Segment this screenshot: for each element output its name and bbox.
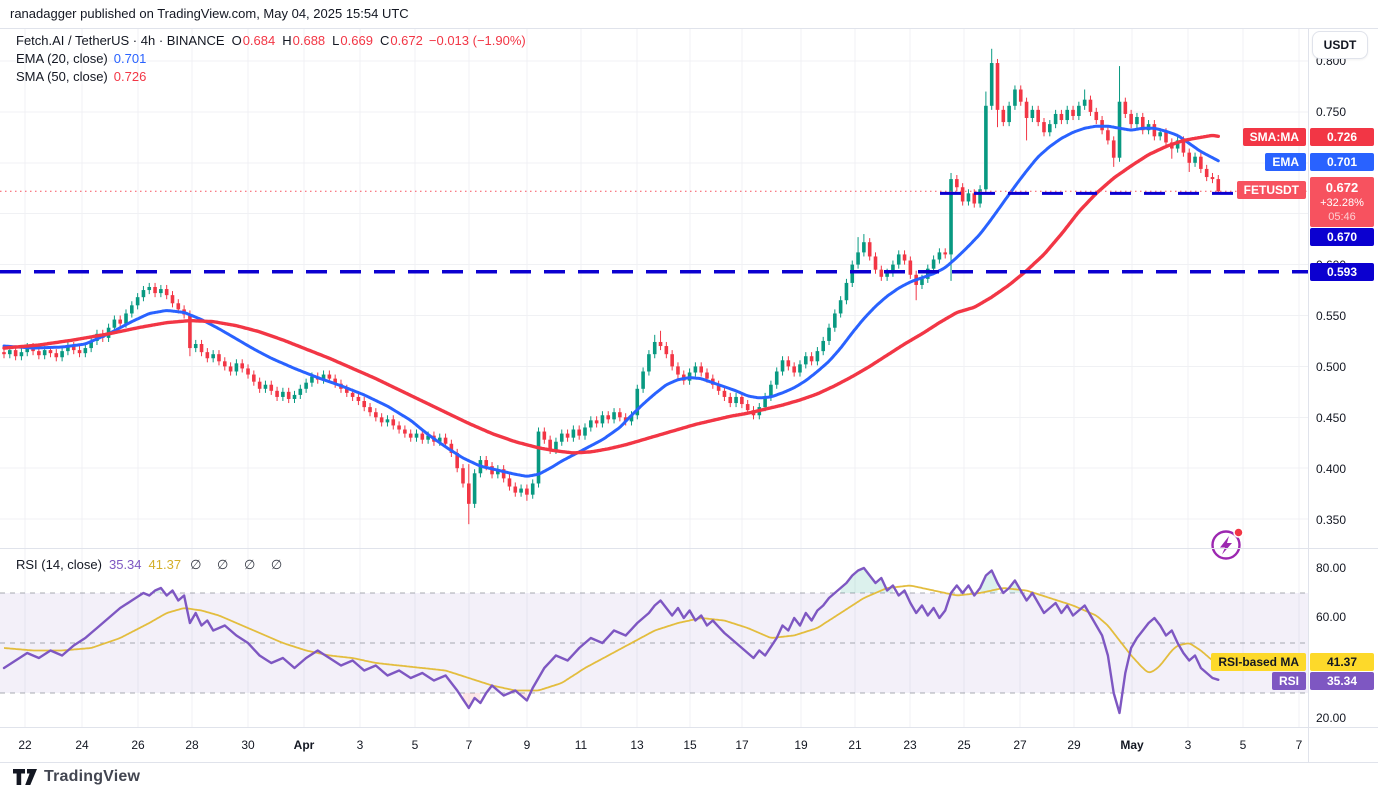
symbol-title[interactable]: Fetch.AI / TetherUS · 4h · BINANCE — [16, 33, 225, 48]
chart-canvas[interactable] — [0, 0, 1378, 796]
candles — [2, 49, 1220, 524]
rsi-scale-label: 80.00 — [1316, 561, 1346, 575]
time-axis-label[interactable]: 29 — [1067, 738, 1080, 752]
rsi-name-tag[interactable]: RSI — [1272, 672, 1306, 690]
symbol-legend-row[interactable]: Fetch.AI / TetherUS · 4h · BINANCE O0.684… — [16, 32, 526, 49]
high-value: 0.688 — [293, 33, 326, 48]
open-label: O — [232, 33, 242, 48]
price-scale-label: 0.400 — [1316, 462, 1346, 476]
symbol-price-change: +32.28% — [1310, 196, 1374, 210]
time-axis-label[interactable]: 27 — [1013, 738, 1026, 752]
ema-label[interactable]: EMA (20, close) — [16, 51, 108, 66]
close-value: 0.672 — [390, 33, 423, 48]
currency-toggle-button[interactable]: USDT — [1312, 31, 1368, 59]
level-670-tag: 0.670 — [1310, 228, 1374, 246]
rsi-value-tag: 35.34 — [1310, 672, 1374, 690]
ema-name-tag[interactable]: EMA — [1265, 153, 1306, 171]
time-axis-label[interactable]: 11 — [575, 738, 587, 752]
footer-divider — [0, 762, 1378, 763]
sma-value: 0.726 — [114, 69, 147, 84]
header-divider — [0, 28, 1378, 29]
time-axis-label[interactable]: 9 — [524, 738, 531, 752]
time-axis-label[interactable]: 17 — [735, 738, 748, 752]
low-label: L — [332, 33, 339, 48]
time-axis-label[interactable]: 3 — [1185, 738, 1192, 752]
time-axis-label[interactable]: 21 — [848, 738, 861, 752]
time-axis-label[interactable]: 28 — [185, 738, 198, 752]
open-value: 0.684 — [243, 33, 276, 48]
sma-legend-row[interactable]: SMA (50, close) 0.726 — [16, 68, 526, 85]
time-axis-label[interactable]: 24 — [75, 738, 88, 752]
notification-dot — [1234, 528, 1243, 537]
symbol-price-tag: 0.672 +32.28% 05:46 — [1310, 177, 1374, 227]
tradingview-logo-icon — [12, 767, 38, 787]
time-axis-label[interactable]: Apr — [294, 738, 315, 752]
time-axis-divider — [0, 727, 1378, 728]
rsi-ma-value: 41.37 — [149, 557, 182, 572]
time-axis-label[interactable]: May — [1120, 738, 1143, 752]
low-value: 0.669 — [340, 33, 373, 48]
tradingview-chart-page: ranadagger published on TradingView.com,… — [0, 0, 1378, 796]
close-label: C — [380, 33, 389, 48]
time-axis-label[interactable]: 7 — [466, 738, 473, 752]
sma-price-tag: 0.726 — [1310, 128, 1374, 146]
ema-legend-row[interactable]: EMA (20, close) 0.701 — [16, 50, 526, 67]
rsi-ma-value-tag: 41.37 — [1310, 653, 1374, 671]
bar-countdown: 05:46 — [1310, 210, 1374, 224]
ema-value: 0.701 — [114, 51, 147, 66]
time-axis-label[interactable]: 26 — [131, 738, 144, 752]
sma-line — [4, 136, 1218, 453]
time-axis-label[interactable]: 5 — [1240, 738, 1247, 752]
price-scale-label: 0.500 — [1316, 360, 1346, 374]
time-axis-label[interactable]: 3 — [357, 738, 364, 752]
rsi-legend[interactable]: RSI (14, close) 35.34 41.37 ∅ ∅ ∅ ∅ — [16, 557, 288, 573]
rsi-value: 35.34 — [109, 557, 142, 572]
price-scale-label: 0.750 — [1316, 105, 1346, 119]
attribution-text: ranadagger published on TradingView.com,… — [10, 6, 409, 21]
rsi-scale-label: 60.00 — [1316, 610, 1346, 624]
rsi-scale-label: 20.00 — [1316, 711, 1346, 725]
high-label: H — [282, 33, 291, 48]
time-axis-label[interactable]: 23 — [903, 738, 916, 752]
sma-label[interactable]: SMA (50, close) — [16, 69, 108, 84]
symbol-name-tag[interactable]: FETUSDT — [1237, 181, 1306, 199]
price-scale-label: 0.550 — [1316, 309, 1346, 323]
time-axis-label[interactable]: 25 — [957, 738, 970, 752]
symbol-price-value: 0.672 — [1310, 180, 1374, 196]
rsi-ma-name-tag[interactable]: RSI-based MA — [1211, 653, 1306, 671]
ema-price-tag: 0.701 — [1310, 153, 1374, 171]
price-scale-divider — [1308, 28, 1309, 762]
level-593-tag: 0.593 — [1310, 263, 1374, 281]
time-axis-label[interactable]: 30 — [241, 738, 254, 752]
time-axis-label[interactable]: 19 — [794, 738, 807, 752]
pane-divider — [0, 548, 1378, 549]
sma-name-tag[interactable]: SMA:MA — [1243, 128, 1306, 146]
main-legend: Fetch.AI / TetherUS · 4h · BINANCE O0.684… — [16, 32, 526, 86]
rsi-empty-values: ∅ ∅ ∅ ∅ — [190, 557, 288, 572]
change-value: −0.013 (−1.90%) — [429, 33, 526, 48]
time-axis-label[interactable]: 15 — [683, 738, 696, 752]
time-axis-label[interactable]: 7 — [1296, 738, 1303, 752]
time-axis-label[interactable]: 22 — [18, 738, 31, 752]
rsi-label[interactable]: RSI (14, close) — [16, 557, 102, 572]
ema-line — [4, 126, 1218, 476]
brand-footer[interactable]: TradingView — [12, 767, 140, 787]
price-scale-label: 0.350 — [1316, 513, 1346, 527]
time-axis-label[interactable]: 5 — [412, 738, 419, 752]
time-axis-label[interactable]: 13 — [630, 738, 643, 752]
brand-name: TradingView — [44, 768, 140, 786]
price-scale-label: 0.450 — [1316, 411, 1346, 425]
